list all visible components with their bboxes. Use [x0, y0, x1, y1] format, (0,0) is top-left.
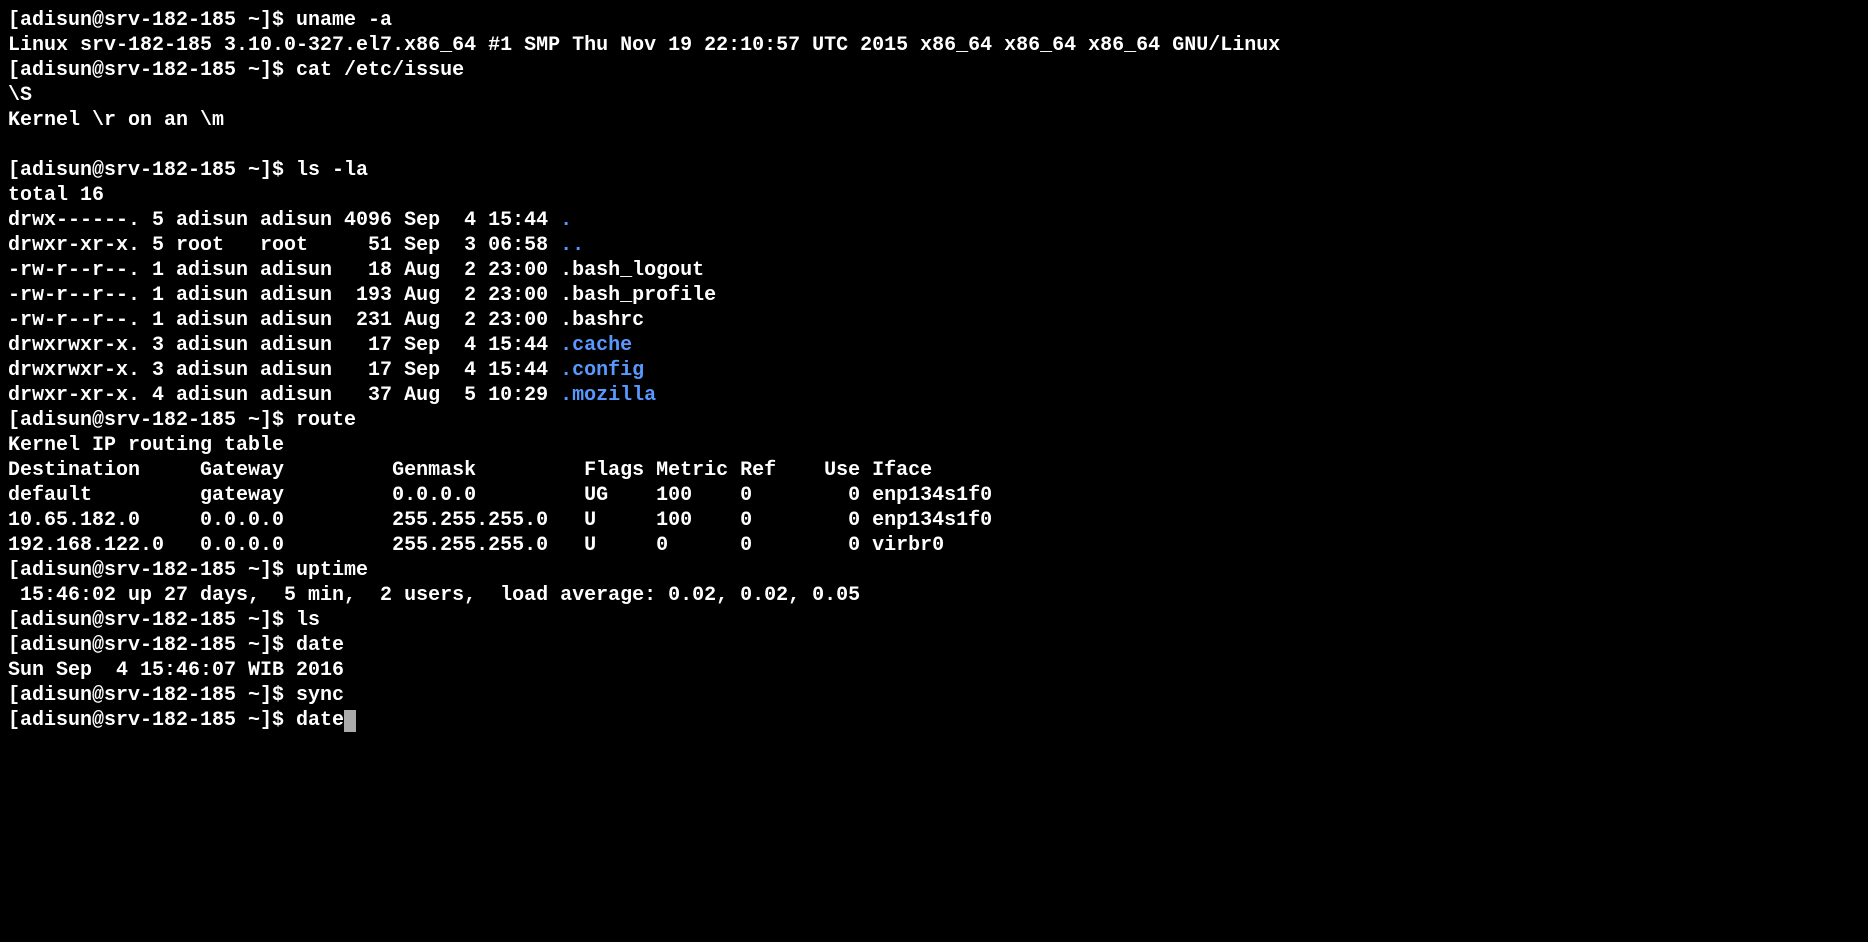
- prompt: [adisun@srv-182-185 ~]$: [8, 609, 296, 632]
- command-text: uname -a: [296, 9, 392, 32]
- ls-row: drwxr-xr-x. 5 root root 51 Sep 3 06:58 .…: [8, 233, 1860, 258]
- prompt: [adisun@srv-182-185 ~]$: [8, 159, 296, 182]
- output-line: Destination Gateway Genmask Flags Metric…: [8, 458, 1860, 483]
- prompt-line: [adisun@srv-182-185 ~]$ uptime: [8, 558, 1860, 583]
- file-perms: -rw-r--r--. 1 adisun adisun 193 Aug 2 23…: [8, 284, 560, 307]
- prompt-line: [adisun@srv-182-185 ~]$ route: [8, 408, 1860, 433]
- terminal[interactable]: [adisun@srv-182-185 ~]$ uname -aLinux sr…: [8, 8, 1860, 733]
- ls-row: -rw-r--r--. 1 adisun adisun 18 Aug 2 23:…: [8, 258, 1860, 283]
- output-line: Sun Sep 4 15:46:07 WIB 2016: [8, 658, 1860, 683]
- ls-row: drwxrwxr-x. 3 adisun adisun 17 Sep 4 15:…: [8, 333, 1860, 358]
- command-text: date: [296, 634, 344, 657]
- command-text: uptime: [296, 559, 368, 582]
- file-name: .config: [560, 359, 644, 382]
- command-text: route: [296, 409, 356, 432]
- prompt: [adisun@srv-182-185 ~]$: [8, 9, 296, 32]
- output-line: Linux srv-182-185 3.10.0-327.el7.x86_64 …: [8, 33, 1860, 58]
- file-name: .bashrc: [560, 309, 644, 332]
- file-perms: drwx------. 5 adisun adisun 4096 Sep 4 1…: [8, 209, 560, 232]
- prompt-line: [adisun@srv-182-185 ~]$ ls: [8, 608, 1860, 633]
- prompt-line: [adisun@srv-182-185 ~]$ ls -la: [8, 158, 1860, 183]
- file-perms: -rw-r--r--. 1 adisun adisun 18 Aug 2 23:…: [8, 259, 560, 282]
- prompt: [adisun@srv-182-185 ~]$: [8, 59, 296, 82]
- output-line: [8, 133, 1860, 158]
- file-name: .bash_profile: [560, 284, 716, 307]
- file-name: ..: [560, 234, 584, 257]
- prompt-line: [adisun@srv-182-185 ~]$ date: [8, 633, 1860, 658]
- command-input[interactable]: date: [296, 709, 344, 732]
- file-perms: drwxrwxr-x. 3 adisun adisun 17 Sep 4 15:…: [8, 359, 560, 382]
- prompt-line: [adisun@srv-182-185 ~]$ sync: [8, 683, 1860, 708]
- ls-row: -rw-r--r--. 1 adisun adisun 193 Aug 2 23…: [8, 283, 1860, 308]
- file-name: .: [560, 209, 572, 232]
- prompt: [adisun@srv-182-185 ~]$: [8, 559, 296, 582]
- output-line: \S: [8, 83, 1860, 108]
- prompt: [adisun@srv-182-185 ~]$: [8, 634, 296, 657]
- file-perms: drwxr-xr-x. 5 root root 51 Sep 3 06:58: [8, 234, 560, 257]
- file-perms: drwxrwxr-x. 3 adisun adisun 17 Sep 4 15:…: [8, 334, 560, 357]
- command-text: sync: [296, 684, 344, 707]
- prompt: [adisun@srv-182-185 ~]$: [8, 709, 296, 732]
- file-name: .mozilla: [560, 384, 656, 407]
- output-line: Kernel \r on an \m: [8, 108, 1860, 133]
- current-prompt-line[interactable]: [adisun@srv-182-185 ~]$ date: [8, 708, 1860, 733]
- prompt-line: [adisun@srv-182-185 ~]$ cat /etc/issue: [8, 58, 1860, 83]
- command-text: ls: [296, 609, 320, 632]
- file-name: .cache: [560, 334, 632, 357]
- command-text: ls -la: [296, 159, 368, 182]
- prompt-line: [adisun@srv-182-185 ~]$ uname -a: [8, 8, 1860, 33]
- output-line: Kernel IP routing table: [8, 433, 1860, 458]
- output-line: default gateway 0.0.0.0 UG 100 0 0 enp13…: [8, 483, 1860, 508]
- file-perms: -rw-r--r--. 1 adisun adisun 231 Aug 2 23…: [8, 309, 560, 332]
- ls-row: drwxrwxr-x. 3 adisun adisun 17 Sep 4 15:…: [8, 358, 1860, 383]
- file-perms: drwxr-xr-x. 4 adisun adisun 37 Aug 5 10:…: [8, 384, 560, 407]
- ls-row: drwxr-xr-x. 4 adisun adisun 37 Aug 5 10:…: [8, 383, 1860, 408]
- prompt: [adisun@srv-182-185 ~]$: [8, 409, 296, 432]
- output-line: total 16: [8, 183, 1860, 208]
- ls-row: -rw-r--r--. 1 adisun adisun 231 Aug 2 23…: [8, 308, 1860, 333]
- file-name: .bash_logout: [560, 259, 704, 282]
- cursor-icon: [344, 710, 356, 732]
- output-line: 15:46:02 up 27 days, 5 min, 2 users, loa…: [8, 583, 1860, 608]
- output-line: 192.168.122.0 0.0.0.0 255.255.255.0 U 0 …: [8, 533, 1860, 558]
- command-text: cat /etc/issue: [296, 59, 464, 82]
- ls-row: drwx------. 5 adisun adisun 4096 Sep 4 1…: [8, 208, 1860, 233]
- prompt: [adisun@srv-182-185 ~]$: [8, 684, 296, 707]
- output-line: 10.65.182.0 0.0.0.0 255.255.255.0 U 100 …: [8, 508, 1860, 533]
